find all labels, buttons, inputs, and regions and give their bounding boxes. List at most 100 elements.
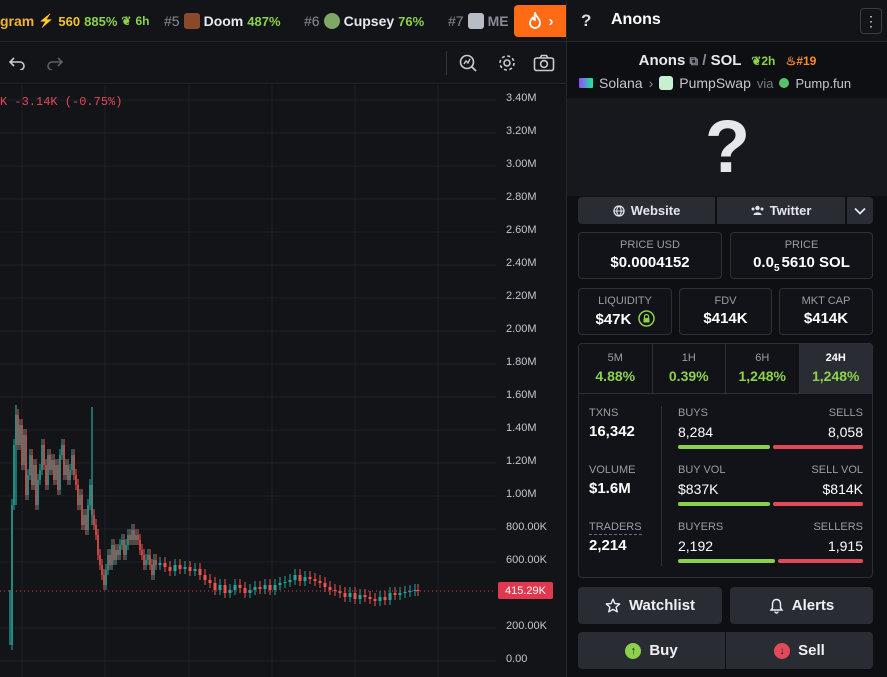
traders-label-text: TRADERS bbox=[589, 521, 642, 535]
ticker-item[interactable]: #7 ME bbox=[448, 0, 509, 41]
candle-body bbox=[137, 535, 139, 540]
buy-vol-bar bbox=[678, 502, 771, 506]
buyers-label: BUYERS bbox=[678, 521, 724, 533]
candle-body bbox=[353, 593, 357, 599]
candle-body bbox=[85, 515, 87, 530]
candle-body bbox=[141, 550, 143, 555]
y-axis-label: 200.00K bbox=[506, 620, 547, 632]
candle-body bbox=[75, 475, 77, 485]
alerts-button[interactable]: Alerts bbox=[730, 587, 873, 624]
trade-stats: TXNS 16,342 VOLUME $1.6M TRADERS 2,214 B… bbox=[578, 394, 873, 578]
trending-toggle-button[interactable]: › bbox=[514, 5, 566, 37]
candle-body bbox=[147, 555, 149, 560]
buy-vol-value: $837K bbox=[678, 481, 719, 497]
tab-5m[interactable]: 5M 4.88% bbox=[579, 344, 653, 393]
tab-24h[interactable]: 24H 1,248% bbox=[799, 344, 872, 393]
candle-body bbox=[388, 593, 392, 600]
y-axis-label: 0.00 bbox=[506, 653, 528, 665]
social-links: Website Twitter bbox=[578, 197, 874, 224]
traders-label: TRADERS bbox=[589, 521, 642, 535]
candle-body bbox=[51, 460, 53, 470]
undo-button[interactable] bbox=[6, 52, 28, 74]
candle-body bbox=[318, 581, 322, 583]
ticker-item[interactable]: #5 Doom 487% bbox=[164, 0, 281, 41]
volume-value: $1.6M bbox=[589, 480, 631, 497]
screenshot-button[interactable] bbox=[533, 52, 555, 74]
sells-bar bbox=[773, 445, 863, 449]
ticker-item[interactable]: gram ⚡ 560 885% ❦ 6h bbox=[0, 0, 149, 41]
website-link[interactable]: Website bbox=[578, 197, 716, 224]
candle-body bbox=[11, 505, 13, 645]
pair-age: ❦2h bbox=[751, 54, 775, 68]
redo-button[interactable] bbox=[44, 52, 66, 74]
sellers-bar bbox=[778, 559, 863, 563]
watchlist-button[interactable]: Watchlist bbox=[578, 587, 722, 624]
buyers-value: 2,192 bbox=[678, 538, 714, 554]
candle-body bbox=[143, 555, 145, 565]
chain-dex[interactable]: PumpSwap bbox=[679, 75, 751, 91]
candle-body bbox=[213, 583, 217, 590]
candle-body bbox=[107, 555, 109, 570]
candle-body bbox=[127, 535, 129, 545]
trending-rank-value: #19 bbox=[796, 54, 817, 68]
ticker-pct: 487% bbox=[247, 13, 281, 29]
ticker-name: ME bbox=[487, 13, 509, 29]
candle-body bbox=[105, 570, 107, 585]
candle-body bbox=[363, 595, 367, 597]
chain-network[interactable]: Solana bbox=[599, 75, 643, 91]
y-axis-label: 1.60M bbox=[506, 389, 537, 401]
tab-1h[interactable]: 1H 0.39% bbox=[652, 344, 726, 393]
liquidity-card: LIQUIDITY $47K bbox=[578, 288, 672, 335]
candlestick-chart[interactable] bbox=[0, 85, 566, 677]
seedling-icon: ❦ bbox=[121, 14, 132, 28]
fire-icon: ♨ bbox=[785, 54, 797, 68]
candle-body bbox=[103, 575, 105, 585]
sell-button[interactable]: ↓ Sell bbox=[726, 632, 873, 669]
pair-title: Anons ⧉ / SOL ❦2h ♨#19 bbox=[567, 52, 887, 69]
candle-body bbox=[378, 597, 382, 601]
candle-body bbox=[168, 567, 172, 571]
watchlist-label: Watchlist bbox=[628, 597, 696, 614]
current-price-tag: 415.29K bbox=[498, 582, 553, 599]
more-links-button[interactable] bbox=[847, 197, 874, 224]
candle-body bbox=[35, 465, 37, 505]
y-axis-label: 1.00M bbox=[506, 488, 537, 500]
candle-body bbox=[238, 585, 242, 588]
ticker-name: gram bbox=[0, 13, 35, 29]
candle-body bbox=[348, 593, 352, 597]
candle-body bbox=[253, 587, 257, 590]
candle-body bbox=[93, 515, 95, 525]
gear-icon bbox=[499, 55, 515, 71]
sells-label: SELLS bbox=[828, 407, 863, 419]
price-usd-value: $0.0004152 bbox=[610, 254, 690, 271]
candle-body bbox=[97, 535, 99, 555]
twitter-link[interactable]: Twitter bbox=[717, 197, 846, 224]
chart-settings-button[interactable] bbox=[496, 52, 518, 74]
tab-6h[interactable]: 6H 1,248% bbox=[726, 344, 800, 393]
candle-body bbox=[17, 415, 19, 445]
ticker-item[interactable]: #6 Cupsey 76% bbox=[304, 0, 424, 41]
liquidity-value: $47K bbox=[595, 311, 632, 328]
indicator-button[interactable] bbox=[457, 52, 479, 74]
candle-body bbox=[258, 587, 262, 589]
candle-body bbox=[268, 585, 272, 590]
ticker-pct: 885% bbox=[84, 13, 118, 29]
tab-change: 4.88% bbox=[595, 368, 636, 384]
candle-body bbox=[278, 583, 282, 585]
candle-body bbox=[33, 465, 35, 485]
candle-body bbox=[288, 580, 292, 582]
chain-launchpad[interactable]: Pump.fun bbox=[795, 76, 851, 91]
question-mark-icon: ? bbox=[581, 11, 592, 30]
candle-body bbox=[393, 593, 397, 595]
ticker-boost: 560 bbox=[58, 13, 81, 29]
candle-body bbox=[47, 455, 49, 485]
candle-body bbox=[298, 575, 302, 581]
more-options-button[interactable]: ⋮ bbox=[860, 8, 882, 34]
price-chart[interactable]: K -3.14K (-0.75%) 3.40M 3.20M 3.00M 2.80M 2.… bbox=[0, 85, 566, 677]
lock-icon[interactable] bbox=[637, 310, 655, 327]
buy-button[interactable]: ↑ Buy bbox=[578, 632, 725, 669]
buyers-sellers: BUYERS SELLERS 2,192 1,915 bbox=[678, 521, 863, 563]
candle-body bbox=[99, 555, 101, 565]
candle-body bbox=[149, 555, 151, 565]
copy-icon[interactable]: ⧉ bbox=[689, 54, 698, 68]
